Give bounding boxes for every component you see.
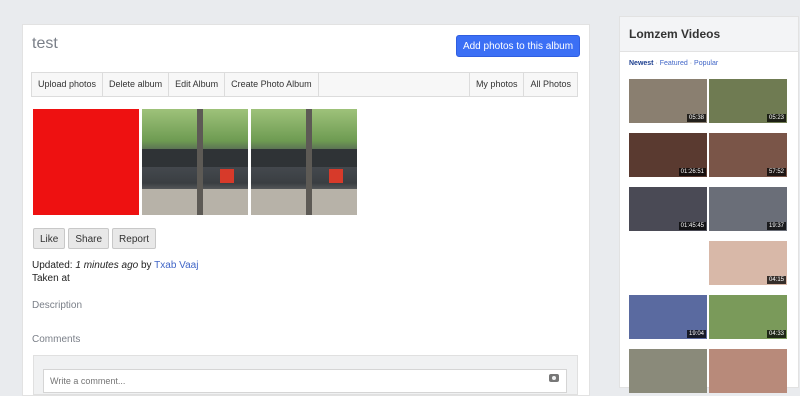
edit-album-link[interactable]: Edit Album <box>169 73 226 96</box>
video-thumbnail[interactable]: 05:38 <box>629 79 707 123</box>
video-thumbnail[interactable]: 01:26:51 <box>629 133 707 177</box>
comments-label: Comments <box>32 334 81 345</box>
photo-detail <box>220 169 234 183</box>
video-thumbnail[interactable] <box>629 241 707 285</box>
photo-actions: Like Share Report <box>33 228 157 249</box>
video-thumbnail[interactable]: 57:52 <box>709 133 787 177</box>
photo-detail <box>251 189 357 215</box>
add-photos-button[interactable]: Add photos to this album <box>456 35 580 57</box>
album-card: test Add photos to this album Upload pho… <box>22 24 590 396</box>
video-duration: 01:45:45 <box>678 222 706 230</box>
filter-newest[interactable]: Newest <box>629 60 654 67</box>
author-link[interactable]: Txab Vaaj <box>154 260 198 271</box>
video-filters: Newest · Featured · Popular <box>629 60 718 67</box>
video-thumbnail[interactable]: 19:37 <box>709 187 787 231</box>
share-button[interactable]: Share <box>68 228 110 249</box>
photo-thumbnail[interactable] <box>33 109 139 215</box>
camera-icon[interactable] <box>549 374 559 382</box>
video-duration: 04:33 <box>766 330 786 338</box>
filter-popular[interactable]: Popular <box>694 60 718 67</box>
video-thumbnail[interactable]: 05:23 <box>709 79 787 123</box>
comment-input[interactable] <box>43 369 567 393</box>
filter-separator: · <box>655 60 658 67</box>
updated-time: 1 minutes ago <box>75 260 139 271</box>
photo-detail <box>329 169 343 183</box>
photo-detail <box>306 109 312 215</box>
upload-photos-link[interactable]: Upload photos <box>32 73 104 96</box>
report-button[interactable]: Report <box>112 228 157 249</box>
video-duration: 01:26:51 <box>678 168 706 176</box>
photo-grid <box>33 109 357 215</box>
video-thumbnail[interactable]: 04:33 <box>709 295 787 339</box>
photo-detail <box>197 109 203 215</box>
video-duration: 19:37 <box>766 222 786 230</box>
album-title: test <box>32 35 58 52</box>
video-thumbnail[interactable] <box>629 349 707 393</box>
toolbar-spacer <box>319 73 470 96</box>
delete-album-link[interactable]: Delete album <box>103 73 170 96</box>
all-photos-link[interactable]: All Photos <box>524 73 577 96</box>
video-duration: 04:15 <box>766 276 786 284</box>
videos-sidebar: Lomzem Videos Newest · Featured · Popula… <box>619 16 799 393</box>
video-duration: 05:38 <box>686 114 706 122</box>
photo-thumbnail[interactable] <box>142 109 248 215</box>
by-label: by <box>140 260 152 271</box>
video-thumbnail[interactable]: 19:04 <box>629 295 707 339</box>
photo-thumbnail[interactable] <box>251 109 357 215</box>
video-duration: 19:04 <box>686 330 706 338</box>
create-photo-album-link[interactable]: Create Photo Album <box>225 73 319 96</box>
filter-featured[interactable]: Featured <box>660 60 688 67</box>
video-duration: 57:52 <box>766 168 786 176</box>
photo-detail <box>251 149 357 167</box>
video-duration: 05:23 <box>766 114 786 122</box>
comment-box <box>33 355 578 395</box>
filter-separator: · <box>689 60 693 67</box>
video-thumbnail[interactable]: 01:45:45 <box>629 187 707 231</box>
sidebar-title: Lomzem Videos <box>620 17 798 52</box>
album-meta: Updated: 1 minutes ago by Txab Vaaj Take… <box>32 259 198 285</box>
updated-prefix: Updated: <box>32 260 73 271</box>
video-thumbnail[interactable]: 04:15 <box>709 241 787 285</box>
updated-line: Updated: 1 minutes ago by Txab Vaaj <box>32 259 198 272</box>
video-thumbnail[interactable] <box>709 349 787 393</box>
description-label: Description <box>32 300 83 311</box>
my-photos-link[interactable]: My photos <box>470 73 525 96</box>
album-toolbar: Upload photos Delete album Edit Album Cr… <box>31 72 578 97</box>
taken-at: Taken at <box>32 273 70 284</box>
photo-detail <box>142 149 248 167</box>
like-button[interactable]: Like <box>33 228 66 249</box>
photo-detail <box>142 189 248 215</box>
